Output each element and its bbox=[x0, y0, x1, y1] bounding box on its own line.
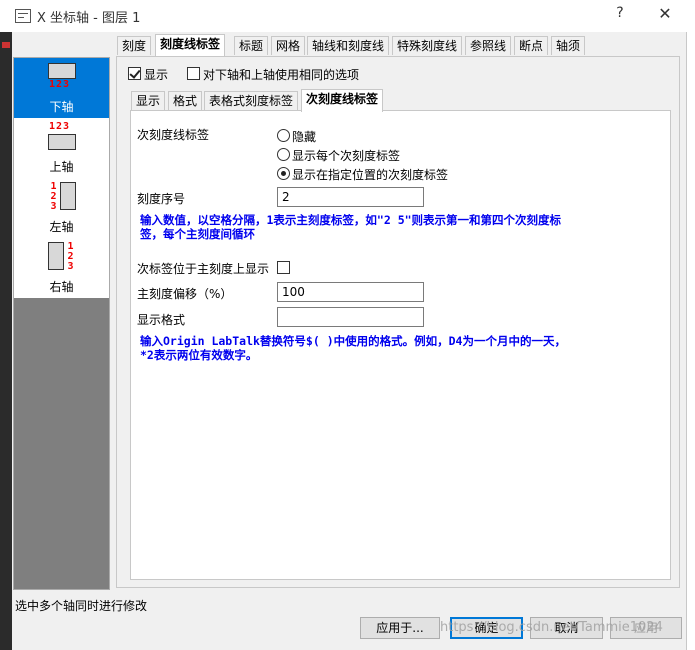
subtab-minor-tick-labels[interactable]: 次刻度线标签 bbox=[301, 89, 384, 112]
tick-index-hint-line2: 签，每个主刻度间循环 bbox=[140, 227, 255, 241]
tab-scale[interactable]: 刻度 bbox=[117, 36, 152, 55]
help-button[interactable]: ? bbox=[605, 5, 635, 27]
left-axis-icon bbox=[60, 182, 76, 210]
watermark-text: https://blog.csdn.net/Tammie1024 bbox=[440, 620, 663, 635]
axis-item-label: 上轴 bbox=[49, 160, 74, 174]
top-axis-icon-numbers: 123 bbox=[49, 121, 71, 132]
tab-special-ticks[interactable]: 特殊刻度线 bbox=[392, 36, 463, 55]
status-text: 选中多个轴同时进行修改 bbox=[15, 599, 148, 613]
title-bar: X 坐标轴 - 图层 1 ? ✕ bbox=[0, 0, 695, 32]
show-on-major-label: 次标签位于主刻度上显示 bbox=[137, 262, 270, 276]
show-on-major-checkbox[interactable] bbox=[277, 261, 290, 274]
dialog-window: X 坐标轴 - 图层 1 ? ✕ 刻度 刻度线标签 标题 网格 轴线和刻度线 特… bbox=[0, 0, 695, 650]
axis-item-label: 下轴 bbox=[49, 100, 74, 114]
top-axis-icon bbox=[48, 134, 76, 150]
major-offset-input[interactable]: 100 bbox=[277, 282, 424, 302]
axis-item-bottom[interactable]: 123 下轴 bbox=[14, 58, 109, 118]
axis-item-label: 右轴 bbox=[49, 280, 74, 294]
format-hint-line1: 输入Origin LabTalk替换符号$( )中使用的格式。例如，D4为一个月… bbox=[140, 334, 566, 348]
same-options-checkbox[interactable] bbox=[187, 67, 200, 80]
tab-reference-lines[interactable]: 参照线 bbox=[465, 36, 512, 55]
show-checkbox[interactable] bbox=[128, 67, 141, 80]
axis-item-top[interactable]: 123 上轴 bbox=[14, 118, 109, 178]
radio-show-specified-label: 显示在指定位置的次刻度标签 bbox=[292, 168, 449, 182]
tick-index-hint-line1: 输入数值，以空格分隔，1表示主刻度标签，如"2 5"则表示第一和第四个次刻度标 bbox=[140, 213, 562, 227]
tab-grid[interactable]: 网格 bbox=[271, 36, 306, 55]
apply-to-button[interactable]: 应用于... bbox=[360, 617, 440, 639]
right-axis-icon bbox=[48, 242, 64, 270]
show-label: 显示 bbox=[144, 68, 169, 82]
axis-list: 123 下轴 123 上轴 123 左轴 123 右轴 bbox=[13, 57, 110, 590]
radio-hide-label: 隐藏 bbox=[292, 130, 317, 144]
radio-show-every[interactable] bbox=[277, 148, 290, 161]
tab-breaks[interactable]: 断点 bbox=[514, 36, 549, 55]
display-format-label: 显示格式 bbox=[137, 313, 186, 327]
bottom-axis-icon-numbers: 123 bbox=[49, 79, 71, 90]
tab-tick-labels[interactable]: 刻度线标签 bbox=[155, 34, 226, 56]
bottom-axis-icon bbox=[48, 63, 76, 79]
left-axis-icon-numbers: 123 bbox=[50, 181, 58, 212]
app-window-icon bbox=[15, 9, 31, 23]
same-options-label: 对下轴和上轴使用相同的选项 bbox=[203, 68, 360, 82]
tab-line-and-ticks[interactable]: 轴线和刻度线 bbox=[307, 36, 390, 55]
background-app-strip-right bbox=[686, 32, 695, 650]
subtab-table-labels[interactable]: 表格式刻度标签 bbox=[204, 91, 299, 110]
tick-index-input[interactable]: 2 bbox=[277, 187, 424, 207]
tab-title[interactable]: 标题 bbox=[234, 36, 269, 55]
window-title: X 坐标轴 - 图层 1 bbox=[37, 11, 141, 26]
display-format-input[interactable] bbox=[277, 307, 424, 327]
subtab-display[interactable]: 显示 bbox=[131, 91, 166, 110]
tick-index-label: 刻度序号 bbox=[137, 192, 186, 206]
radio-show-every-label: 显示每个次刻度标签 bbox=[292, 149, 401, 163]
format-hint-line2: *2表示两位有效数字。 bbox=[140, 348, 258, 362]
tab-rug[interactable]: 轴须 bbox=[551, 36, 586, 55]
radio-show-specified[interactable] bbox=[277, 167, 290, 180]
subtab-format[interactable]: 格式 bbox=[168, 91, 203, 110]
major-offset-label: 主刻度偏移（%） bbox=[137, 287, 233, 301]
right-axis-icon-numbers: 123 bbox=[67, 241, 75, 272]
close-button[interactable]: ✕ bbox=[650, 4, 680, 26]
radio-hide[interactable] bbox=[277, 129, 290, 142]
minor-labels-section-label: 次刻度线标签 bbox=[137, 128, 210, 142]
axis-list-items: 123 下轴 123 上轴 123 左轴 123 右轴 bbox=[14, 58, 109, 298]
background-app-strip-left bbox=[0, 32, 12, 650]
axis-item-right[interactable]: 123 右轴 bbox=[14, 238, 109, 298]
axis-item-label: 左轴 bbox=[49, 220, 74, 234]
axis-item-left[interactable]: 123 左轴 bbox=[14, 178, 109, 238]
